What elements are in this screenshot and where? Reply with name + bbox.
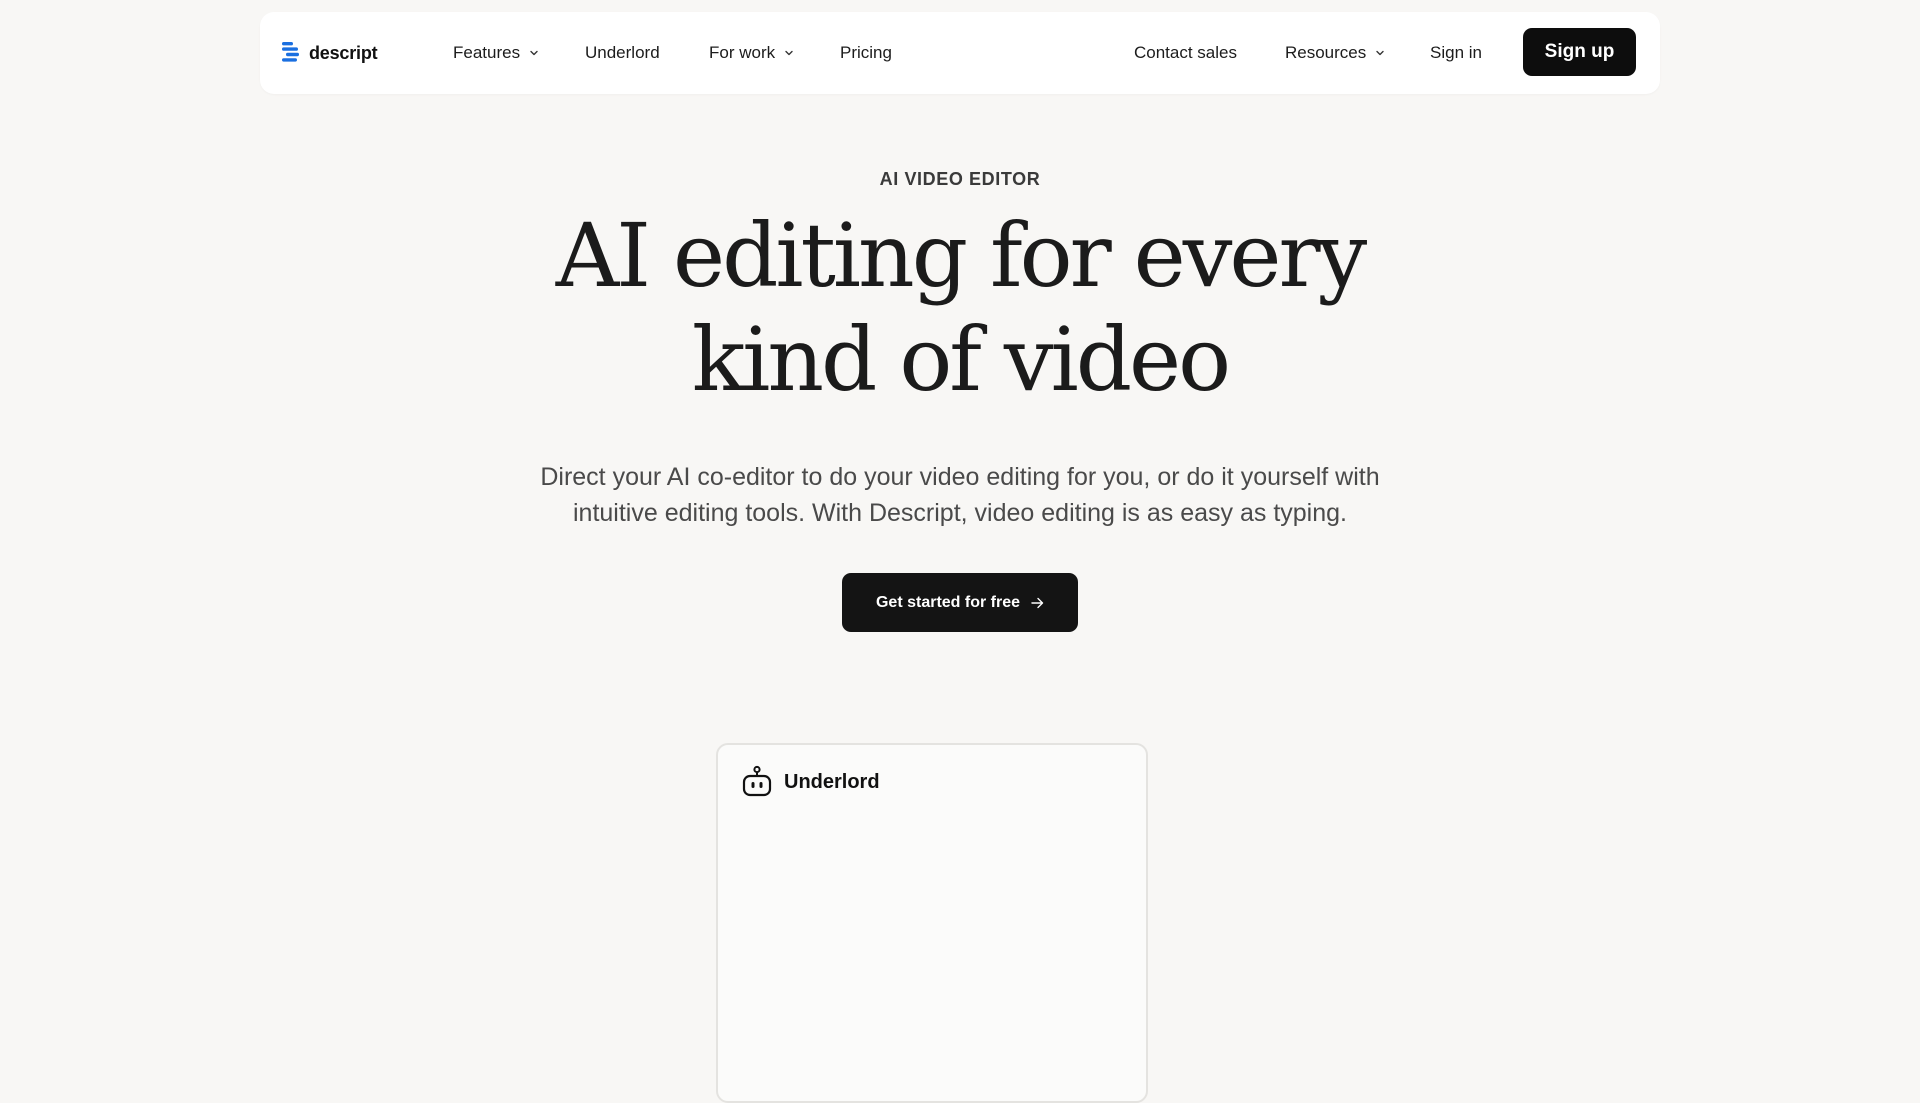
logo-wordmark: descript [309,42,378,63]
underlord-panel-title: Underlord [784,770,880,793]
get-started-label: Get started for free [875,593,1021,611]
arrow-right-icon [1031,597,1044,608]
nav-sign-in-label: Sign in [1430,43,1482,62]
nav-features-label: Features [453,43,521,62]
nav-pricing-label: Pricing [840,43,892,62]
hero-subheading-line-1: Direct your AI co-editor to do your vide… [540,463,1380,491]
descript-logo[interactable]: descript [282,42,378,64]
nav-contact-sales[interactable]: Contact sales [1134,43,1237,63]
get-started-button[interactable]: Get started for free [842,573,1078,632]
robot-icon [742,765,772,797]
hero-eyebrow: AI VIDEO EDITOR [879,169,1041,189]
nav-resources-label: Resources [1285,43,1367,62]
nav-resources[interactable]: Resources [1285,43,1385,63]
nav-underlord[interactable]: Underlord [585,43,660,63]
hero-headline: AI editing for every kind of video [460,204,1460,412]
underlord-panel-header: Underlord [740,765,880,799]
underlord-panel: Underlord [716,743,1148,1103]
nav-contact-sales-label: Contact sales [1134,43,1237,62]
chevron-down-icon [785,50,793,56]
hero-subheading-line-2: intuitive editing tools. With Descript, … [573,499,1347,527]
nav-underlord-label: Underlord [585,43,660,62]
chevron-down-icon [530,50,538,56]
nav-features[interactable]: Features [453,43,539,63]
nav-for-work[interactable]: For work [709,43,794,63]
chevron-down-icon [1376,50,1384,56]
hero-headline-line-1: AI editing for every [555,204,1368,307]
sign-up-button[interactable]: Sign up [1523,28,1636,76]
nav-sign-in[interactable]: Sign in [1430,43,1482,63]
top-nav: descript Features Underlord For work Pri… [260,12,1660,94]
hero-subheading: Direct your AI co-editor to do your vide… [460,459,1460,531]
nav-for-work-label: For work [709,43,776,62]
hero-headline-line-2: kind of video [691,308,1231,411]
nav-pricing[interactable]: Pricing [840,43,892,63]
descript-logo-icon [282,42,299,62]
